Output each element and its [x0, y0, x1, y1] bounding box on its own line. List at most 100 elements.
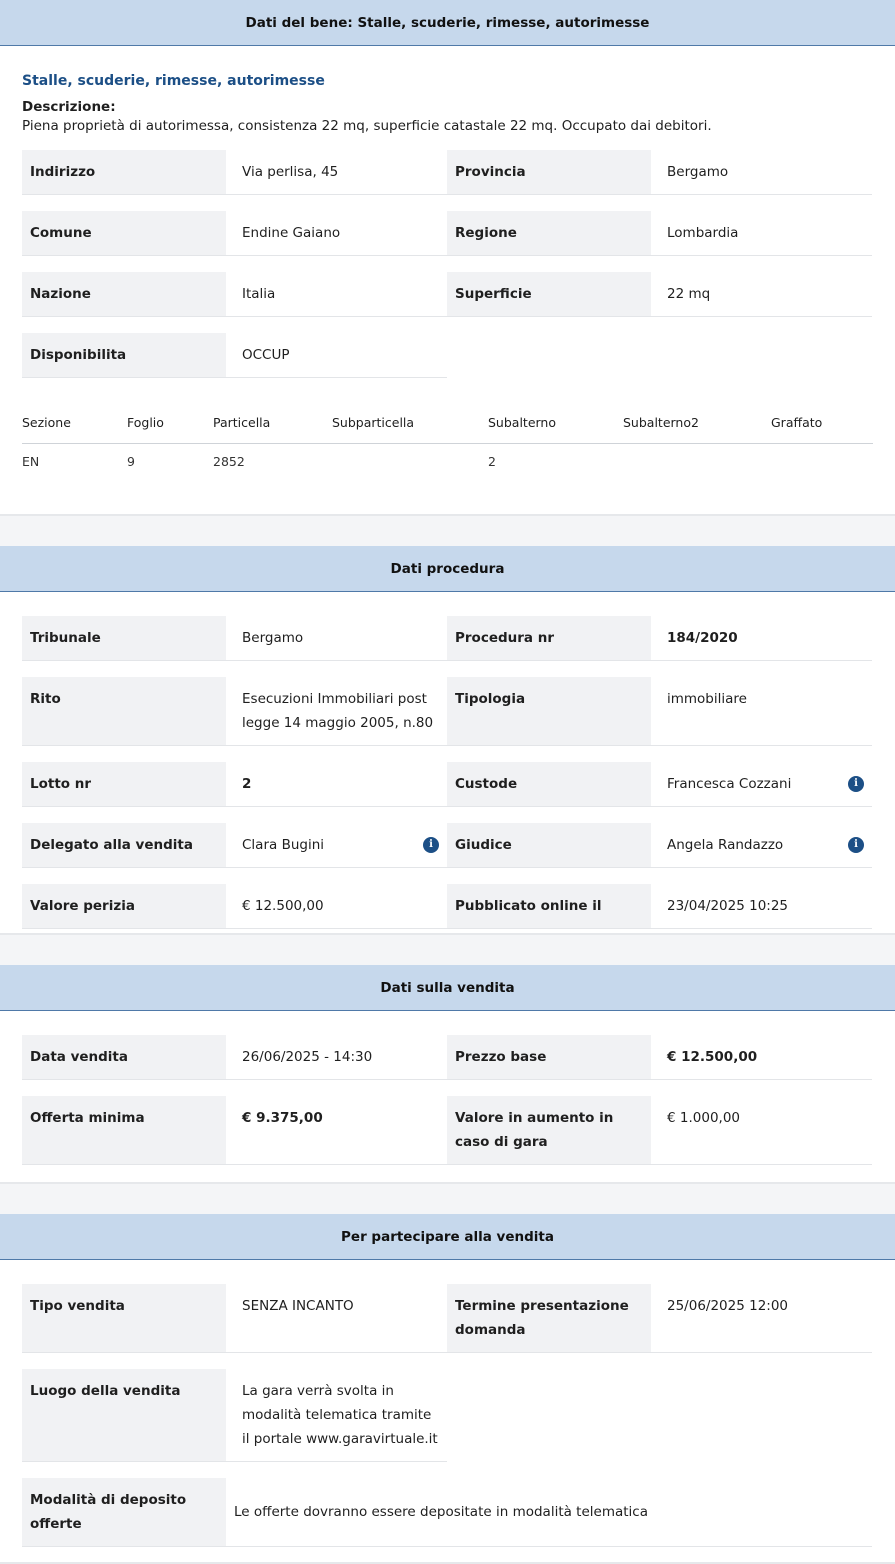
label-termine: Termine presentazione domanda — [447, 1284, 651, 1353]
label-nazione: Nazione — [22, 272, 226, 317]
info-icon[interactable]: i — [423, 837, 439, 853]
col-subalterno: Subalterno — [488, 403, 623, 444]
label-aumento: Valore in aumento in caso di gara — [447, 1096, 651, 1165]
vendita-row1: Data vendita 26/06/2025 - 14:30 Prezzo b… — [22, 1035, 873, 1080]
card-partecipare: Per partecipare alla vendita Tipo vendit… — [0, 1214, 895, 1564]
cell-foglio: 9 — [127, 454, 135, 469]
value-pubblicato: 23/04/2025 10:25 — [651, 884, 872, 929]
col-graffato: Graffato — [771, 403, 873, 444]
info-icon[interactable]: i — [848, 837, 864, 853]
value-nazione: Italia — [226, 272, 447, 317]
value-aumento: € 1.000,00 — [651, 1096, 872, 1165]
card-header: Dati sulla vendita — [0, 965, 895, 1011]
bene-fields-row4: Disponibilita OCCUP — [22, 333, 873, 378]
card-body: Tipo vendita SENZA INCANTO Termine prese… — [0, 1284, 895, 1547]
value-indirizzo: Via perlisa, 45 — [226, 150, 447, 195]
partecipare-row2: Luogo della vendita La gara verrà svolta… — [22, 1369, 873, 1462]
procedura-row2: Rito Esecuzioni Immobiliari post legge 1… — [22, 677, 873, 746]
label-rito: Rito — [22, 677, 226, 746]
col-foglio: Foglio — [127, 403, 213, 444]
label-offerta-minima: Offerta minima — [22, 1096, 226, 1165]
label-comune: Comune — [22, 211, 226, 256]
col-particella: Particella — [213, 403, 332, 444]
card-dati-vendita: Dati sulla vendita Data vendita 26/06/20… — [0, 965, 895, 1184]
card-header: Per partecipare alla vendita — [0, 1214, 895, 1260]
value-superficie: 22 mq — [651, 272, 872, 317]
value-delegato-cell: Clara Bugini i — [226, 823, 447, 868]
label-tipo-vendita: Tipo vendita — [22, 1284, 226, 1353]
label-lotto: Lotto nr — [22, 762, 226, 807]
value-data-vendita: 26/06/2025 - 14:30 — [226, 1035, 447, 1080]
catasto-table: Sezione Foglio Particella Subparticella … — [22, 403, 873, 493]
cell-subalterno: 2 — [488, 454, 496, 469]
value-lotto: 2 — [226, 762, 447, 807]
value-tipo-vendita: SENZA INCANTO — [226, 1284, 447, 1353]
card-header: Dati procedura — [0, 546, 895, 592]
label-pubblicato: Pubblicato online il — [447, 884, 651, 929]
procedura-row4: Delegato alla vendita Clara Bugini i Giu… — [22, 823, 873, 868]
label-tribunale: Tribunale — [22, 616, 226, 661]
section-gap — [0, 935, 895, 965]
label-indirizzo: Indirizzo — [22, 150, 226, 195]
card-body: Data vendita 26/06/2025 - 14:30 Prezzo b… — [0, 1035, 895, 1165]
procedura-row3: Lotto nr 2 Custode Francesca Cozzani i — [22, 762, 873, 807]
bene-fields-row2: Comune Endine Gaiano Regione Lombardia — [22, 211, 873, 256]
value-custode: Francesca Cozzani — [667, 776, 792, 792]
value-delegato: Clara Bugini — [242, 837, 325, 853]
procedura-row5: Valore perizia € 12.500,00 Pubblicato on… — [22, 884, 873, 929]
section-gap — [0, 516, 895, 546]
value-regione: Lombardia — [651, 211, 872, 256]
col-subparticella: Subparticella — [332, 403, 488, 444]
value-procedura-nr: 184/2020 — [651, 616, 872, 661]
empty-cell — [651, 1369, 872, 1462]
description-label: Descrizione: — [22, 99, 116, 115]
info-icon[interactable]: i — [848, 776, 864, 792]
cell-subparticella — [332, 444, 488, 494]
value-provincia: Bergamo — [651, 150, 872, 195]
label-custode: Custode — [447, 762, 651, 807]
cell-sezione: EN — [22, 454, 40, 469]
vendita-row2: Offerta minima € 9.375,00 Valore in aume… — [22, 1096, 873, 1165]
label-giudice: Giudice — [447, 823, 651, 868]
description-text: Piena proprietà di autorimessa, consiste… — [22, 118, 712, 134]
card-body: Tribunale Bergamo Procedura nr 184/2020 … — [0, 616, 895, 929]
empty-cell — [447, 333, 651, 378]
label-provincia: Provincia — [447, 150, 651, 195]
label-disponibilita: Disponibilita — [22, 333, 226, 378]
card-dati-procedura: Dati procedura Tribunale Bergamo Procedu… — [0, 546, 895, 935]
section-gap — [0, 1184, 895, 1214]
label-procedura-nr: Procedura nr — [447, 616, 651, 661]
value-modalita: Le offerte dovranno essere depositate in… — [226, 1478, 872, 1547]
label-data-vendita: Data vendita — [22, 1035, 226, 1080]
empty-cell — [651, 333, 872, 378]
label-superficie: Superficie — [447, 272, 651, 317]
label-delegato: Delegato alla vendita — [22, 823, 226, 868]
bene-fields-row3: Nazione Italia Superficie 22 mq — [22, 272, 873, 317]
label-prezzo-base: Prezzo base — [447, 1035, 651, 1080]
label-modalita: Modalità di deposito offerte — [22, 1478, 226, 1547]
empty-cell — [447, 1369, 651, 1462]
cell-graffato — [771, 444, 873, 494]
value-giudice-cell: Angela Randazzo i — [651, 823, 872, 868]
value-prezzo-base: € 12.500,00 — [651, 1035, 872, 1080]
bene-subtitle: Stalle, scuderie, rimesse, autorimesse — [22, 73, 325, 89]
cell-particella: 2852 — [213, 454, 245, 469]
table-row: EN 9 2852 2 — [22, 444, 873, 494]
label-regione: Regione — [447, 211, 651, 256]
value-valore-perizia: € 12.500,00 — [226, 884, 447, 929]
card-dati-bene: Dati del bene: Stalle, scuderie, rimesse… — [0, 0, 895, 516]
value-custode-cell: Francesca Cozzani i — [651, 762, 872, 807]
value-giudice: Angela Randazzo — [667, 837, 784, 853]
cell-subalterno2 — [623, 444, 771, 494]
card-header: Dati del bene: Stalle, scuderie, rimesse… — [0, 0, 895, 46]
label-valore-perizia: Valore perizia — [22, 884, 226, 929]
value-disponibilita: OCCUP — [226, 333, 447, 378]
bene-fields: Indirizzo Via perlisa, 45 Provincia Berg… — [22, 150, 873, 195]
value-luogo: La gara verrà svolta in modalità telemat… — [226, 1369, 447, 1462]
value-tipologia: immobiliare — [651, 677, 872, 746]
card-body: Stalle, scuderie, rimesse, autorimesse D… — [0, 73, 895, 493]
value-termine: 25/06/2025 12:00 — [651, 1284, 872, 1353]
label-luogo: Luogo della vendita — [22, 1369, 226, 1462]
value-offerta-minima: € 9.375,00 — [226, 1096, 447, 1165]
value-comune: Endine Gaiano — [226, 211, 447, 256]
